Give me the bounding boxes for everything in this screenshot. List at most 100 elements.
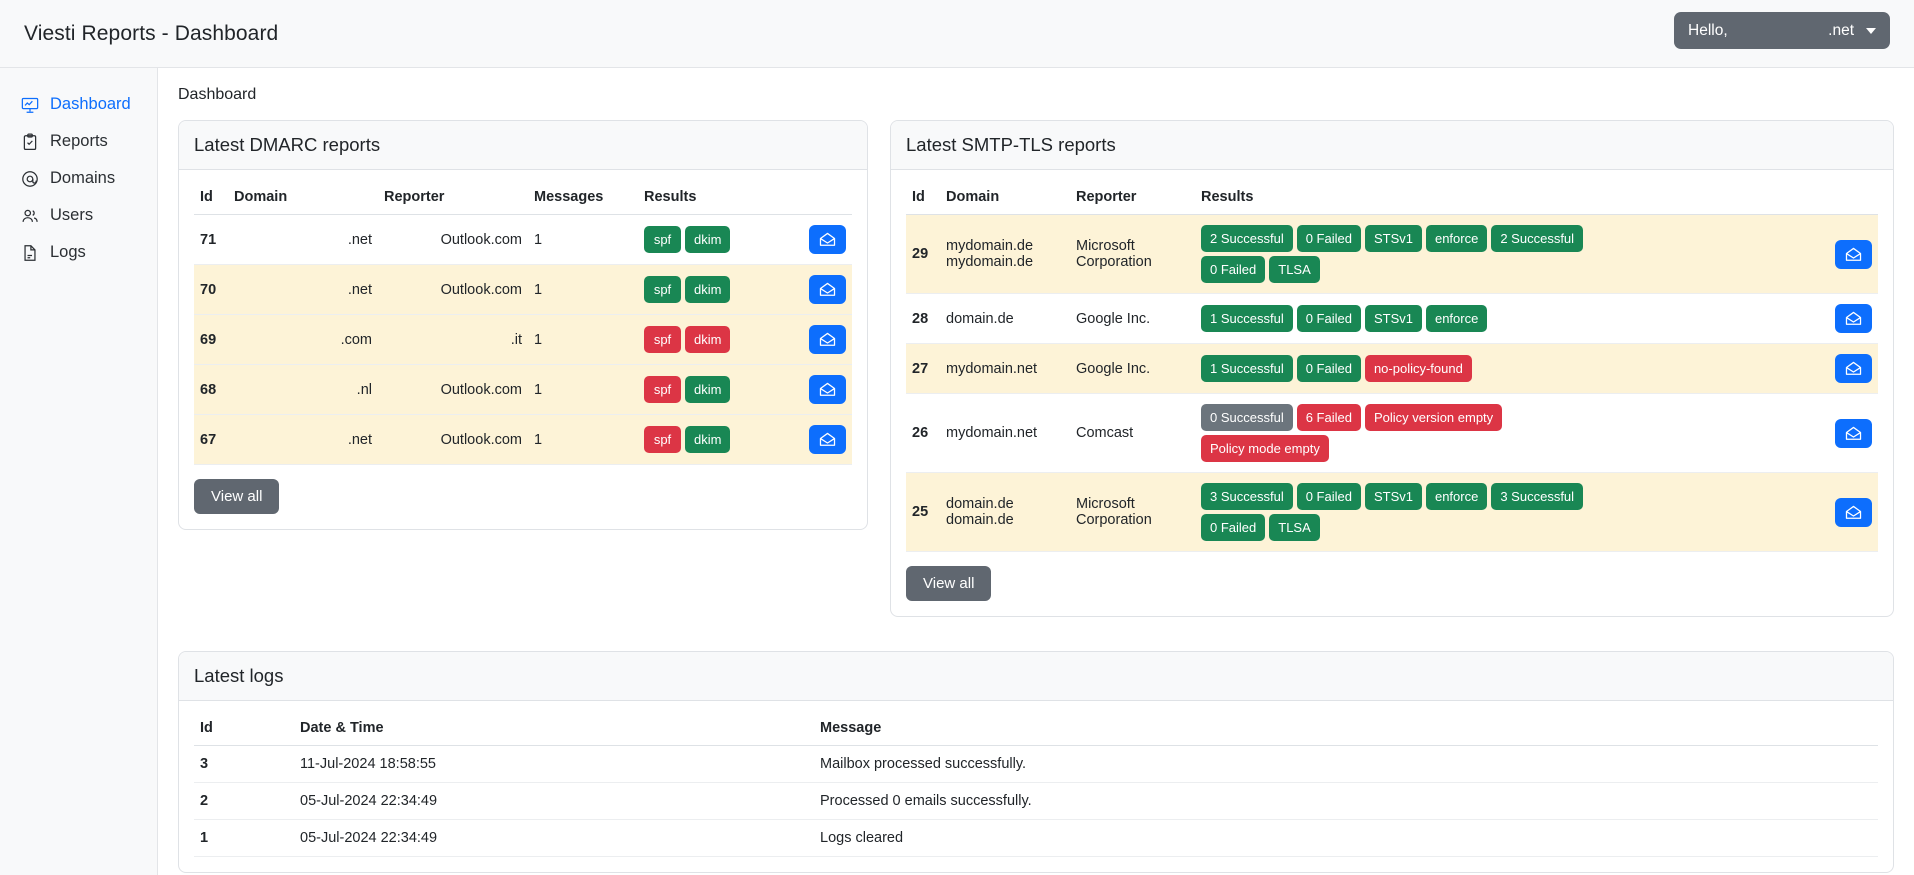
result-badge: 0 Failed: [1201, 514, 1266, 541]
user-menu-dropdown[interactable]: Hello, .net: [1674, 12, 1890, 49]
row-action: [800, 364, 852, 415]
open-report-button[interactable]: [1835, 354, 1872, 383]
row-datetime: 05-Jul-2024 22:34:49: [294, 782, 814, 820]
top-bar: Viesti Reports - Dashboard Hello, .net: [0, 0, 1914, 68]
smtptls-card-title: Latest SMTP-TLS reports: [891, 121, 1893, 170]
dmarc-reports-card: Latest DMARC reports Id Domain Reporter …: [178, 120, 868, 530]
result-badge: 1 Successful: [1201, 305, 1293, 332]
row-action: [1826, 472, 1878, 552]
column-header: Results: [638, 180, 800, 215]
row-id: 26: [906, 393, 940, 473]
row-reporter: Google Inc.: [1070, 293, 1195, 344]
sidebar-item-reports[interactable]: Reports: [0, 123, 157, 160]
table-row[interactable]: 26 mydomain.net Comcast 0 Successful 6 Faile…: [906, 393, 1878, 473]
latest-logs-card: Latest logs Id Date & Time Message 3 11-J…: [178, 651, 1894, 873]
table-row[interactable]: 25 domain.de domain.de Microsoft Corporatio…: [906, 472, 1878, 552]
table-row[interactable]: 71 .net Outlook.com 1 spf dkim: [194, 214, 852, 265]
open-report-button[interactable]: [809, 275, 846, 304]
open-report-button[interactable]: [1835, 497, 1872, 527]
row-message: Mailbox processed successfully.: [814, 745, 1878, 783]
row-reporter: Outlook.com: [378, 364, 528, 415]
result-badge: dkim: [685, 226, 731, 253]
smtptls-table-body: 29 mydomain.de mydomain.de Microsoft Corpor…: [906, 214, 1878, 552]
open-report-button[interactable]: [1835, 418, 1872, 448]
open-report-button[interactable]: [809, 225, 846, 254]
table-header-row: Id Domain Reporter Results: [906, 180, 1878, 215]
column-header: [1826, 180, 1878, 215]
open-report-button[interactable]: [1835, 239, 1872, 269]
row-results: spf dkim: [638, 264, 800, 315]
table-row[interactable]: 27 mydomain.net Google Inc. 1 Successful 0 F…: [906, 343, 1878, 394]
open-report-button[interactable]: [809, 425, 846, 454]
row-id: 71: [194, 214, 228, 265]
row-results: 2 Successful 0 Failed STSv1 enforce 2 Succes…: [1195, 214, 1826, 294]
result-badge: enforce: [1425, 483, 1488, 510]
row-results: spf dkim: [638, 364, 800, 415]
table-row[interactable]: 29 mydomain.de mydomain.de Microsoft Corpor…: [906, 214, 1878, 294]
row-action: [1826, 214, 1878, 294]
column-header: Id: [906, 180, 940, 215]
table-row[interactable]: 1 05-Jul-2024 22:34:49 Logs cleared: [194, 819, 1878, 857]
chevron-down-icon: [1866, 27, 1876, 34]
sidebar-item-dashboard[interactable]: Dashboard: [0, 86, 157, 123]
table-row[interactable]: 70 .net Outlook.com 1 spf dkim: [194, 264, 852, 315]
top-cards-row: Latest DMARC reports Id Domain Reporter …: [178, 120, 1894, 617]
row-domain: mydomain.de mydomain.de: [940, 214, 1070, 294]
user-menu-hello-label: Hello,: [1688, 21, 1728, 39]
open-envelope-icon: [819, 381, 836, 398]
sidebar-item-users[interactable]: Users: [0, 197, 157, 234]
open-report-button[interactable]: [809, 375, 846, 404]
sidebar-item-label: Reports: [50, 132, 108, 150]
result-badge: 0 Failed: [1296, 225, 1361, 252]
result-badge: STSv1: [1364, 305, 1422, 332]
row-action: [1826, 393, 1878, 473]
sidebar-item-logs[interactable]: Logs: [0, 234, 157, 271]
column-header: Id: [194, 180, 228, 215]
open-envelope-icon: [819, 281, 836, 298]
row-messages: 1: [528, 414, 638, 465]
row-reporter: .it: [378, 314, 528, 365]
table-row[interactable]: 2 05-Jul-2024 22:34:49 Processed 0 emails …: [194, 782, 1878, 820]
app-layout: Dashboard Reports Domains Users Logs Das…: [0, 68, 1914, 875]
table-row[interactable]: 3 11-Jul-2024 18:58:55 Mailbox processed s…: [194, 745, 1878, 783]
row-results: spf dkim: [638, 314, 800, 365]
open-report-button[interactable]: [1835, 304, 1872, 333]
column-header: Reporter: [378, 180, 528, 215]
row-action: [800, 214, 852, 265]
table-row[interactable]: 68 .nl Outlook.com 1 spf dkim: [194, 364, 852, 415]
row-id: 68: [194, 364, 228, 415]
row-domain: .net: [228, 214, 378, 265]
table-row[interactable]: 69 .com .it 1 spf dkim: [194, 314, 852, 365]
smtptls-reports-card: Latest SMTP-TLS reports Id Domain Report…: [890, 120, 1894, 617]
row-messages: 1: [528, 314, 638, 365]
row-id: 2: [194, 782, 294, 820]
result-badge: spf: [644, 276, 681, 303]
result-badge: 2 Successful: [1201, 225, 1293, 252]
result-badge: 0 Failed: [1296, 483, 1361, 510]
row-results: 1 Successful 0 Failed STSv1 enforce: [1195, 293, 1826, 344]
smtptls-view-all-button[interactable]: View all: [906, 566, 992, 601]
row-reporter: Microsoft Corporation: [1070, 472, 1195, 552]
column-header: Domain: [940, 180, 1070, 215]
logs-card-title: Latest logs: [179, 652, 1893, 701]
row-id: 28: [906, 293, 940, 344]
open-envelope-icon: [1845, 310, 1862, 327]
dmarc-view-all-button[interactable]: View all: [194, 479, 280, 514]
open-report-button[interactable]: [809, 325, 846, 354]
row-id: 25: [906, 472, 940, 552]
row-results: 3 Successful 0 Failed STSv1 enforce 3 Succes…: [1195, 472, 1826, 552]
row-domain: mydomain.net: [940, 393, 1070, 473]
smtptls-card-body: Id Domain Reporter Results 29 mydomain.de…: [891, 170, 1893, 616]
sidebar-item-domains[interactable]: Domains: [0, 160, 157, 197]
row-results: spf dkim: [638, 414, 800, 465]
result-badge: enforce: [1425, 225, 1488, 252]
open-envelope-icon: [1845, 425, 1862, 442]
people-icon: [20, 206, 39, 225]
result-badge: 0 Failed: [1296, 305, 1361, 332]
table-row[interactable]: 28 domain.de Google Inc. 1 Successful 0 Fail…: [906, 293, 1878, 344]
result-badge: dkim: [685, 276, 731, 303]
result-badge: dkim: [685, 376, 731, 403]
table-row[interactable]: 67 .net Outlook.com 1 spf dkim: [194, 414, 852, 465]
dmarc-table-body: 71 .net Outlook.com 1 spf dkim 70 .net Outlook.c…: [194, 214, 852, 465]
column-header: Message: [814, 711, 1878, 746]
